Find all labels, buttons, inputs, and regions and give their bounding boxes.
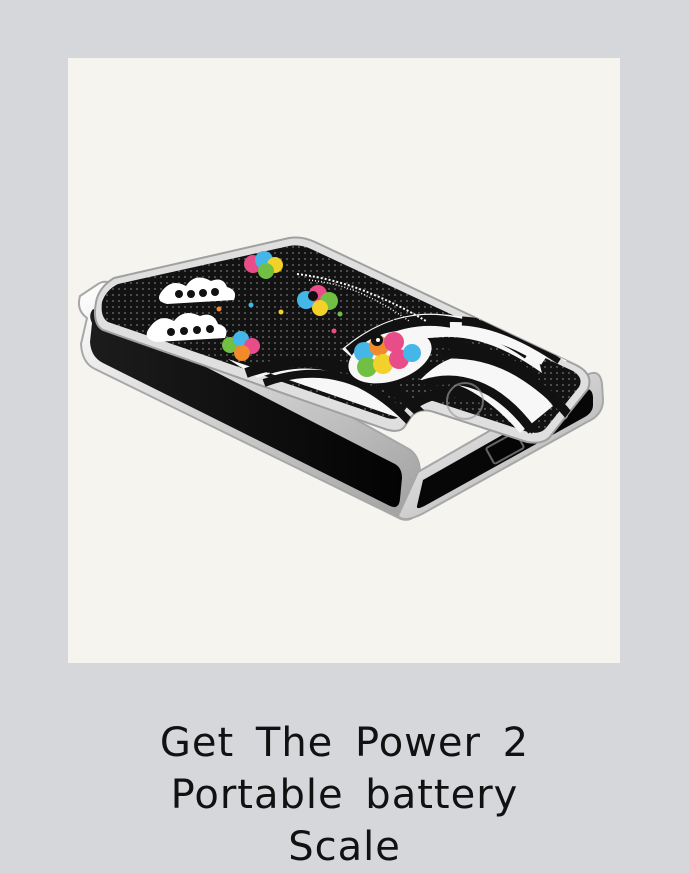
product-title[interactable]: Get The Power 2 Portable battery Scale [0,717,689,873]
product-card[interactable]: Get The Power 2 Portable battery Scale [0,0,689,870]
product-title-line-1: Get The Power 2 [159,720,530,767]
product-image-frame[interactable] [68,58,620,663]
product-title-line-3: Scale [288,824,401,871]
product-title-line-2: Portable battery [170,772,519,819]
portable-battery-image [77,236,605,521]
